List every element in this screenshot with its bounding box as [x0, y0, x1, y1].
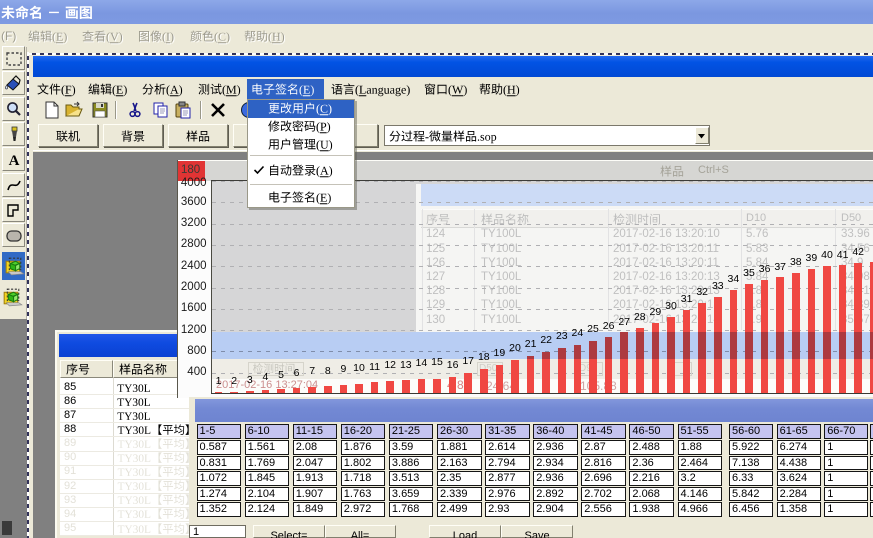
- svg-text:A: A: [8, 153, 19, 169]
